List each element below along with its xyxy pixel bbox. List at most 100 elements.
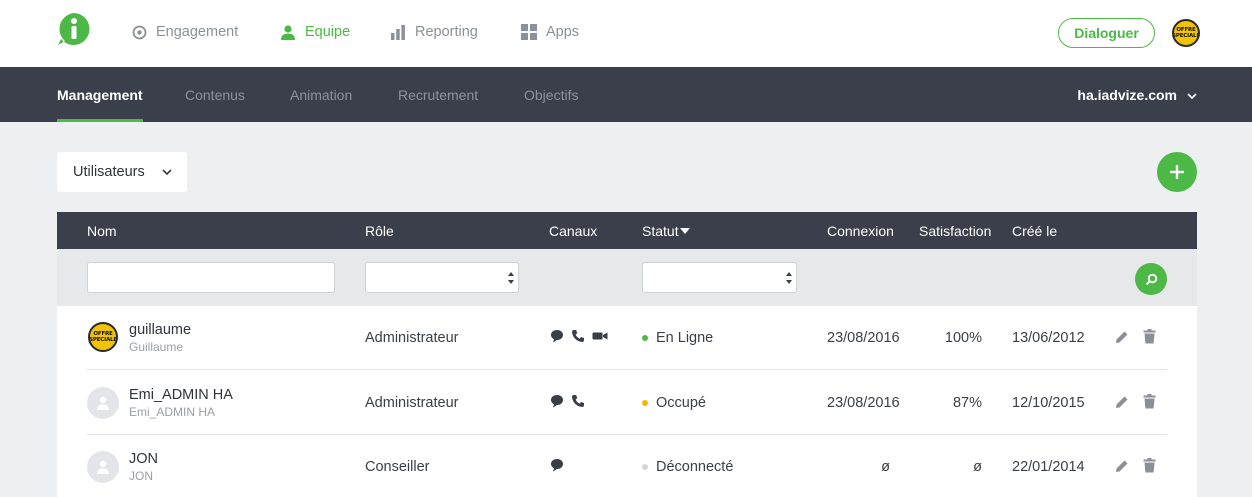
- user-name[interactable]: JON: [129, 451, 158, 467]
- badge-label: OFFRE SPECIALE: [1172, 27, 1200, 39]
- status-dot: [642, 335, 648, 342]
- satisfaction: ø: [973, 459, 982, 475]
- table-row[interactable]: JON JON Conseiller Déconnecté ø ø 22/01/…: [57, 435, 1197, 497]
- row-actions: [1115, 394, 1156, 409]
- select-arrows-icon: [508, 272, 514, 284]
- badge-label: OFFRE SPECIALE: [89, 331, 117, 343]
- delete-icon[interactable]: [1143, 329, 1156, 344]
- default-avatar: [87, 387, 119, 419]
- user-name[interactable]: Emi_ADMIN HA: [129, 387, 233, 403]
- table-header: Nom Rôle Canaux Statut Connexion Satisfa…: [57, 212, 1197, 249]
- header-role[interactable]: Rôle: [365, 212, 394, 249]
- channel-list: [550, 458, 564, 472]
- search-icon: [1145, 273, 1157, 285]
- filter-row: [57, 249, 1197, 306]
- created-date: 22/01/2014: [1012, 459, 1085, 475]
- topnav-reporting[interactable]: Reporting: [390, 20, 478, 44]
- status-dot: [642, 400, 648, 407]
- edit-icon[interactable]: [1115, 395, 1129, 409]
- person-icon: [97, 460, 109, 474]
- user-login: Guillaume: [129, 340, 184, 354]
- user-role: Conseiller: [365, 459, 430, 475]
- user-login: Emi_ADMIN HA: [129, 405, 216, 419]
- top-bar: Engagement Equipe Reporting Apps Dialogu…: [0, 0, 1252, 67]
- status-dot: [642, 464, 648, 471]
- user-avatar[interactable]: OFFRE SPECIALE: [1172, 19, 1200, 47]
- row-divider: [87, 369, 1167, 370]
- topnav-equipe[interactable]: Equipe: [280, 20, 350, 44]
- entity-select-label: Utilisateurs: [73, 164, 145, 180]
- iadvize-logo[interactable]: [57, 12, 91, 46]
- user-status: Déconnecté: [642, 459, 733, 475]
- header-status[interactable]: Statut: [642, 212, 690, 249]
- domain-label: ha.iadvize.com: [1077, 86, 1177, 103]
- edit-icon[interactable]: [1115, 330, 1129, 344]
- channel-list: [550, 329, 608, 343]
- video-icon: [592, 332, 608, 340]
- tab-objectifs[interactable]: Objectifs: [524, 67, 578, 122]
- user-role: Administrateur: [365, 395, 459, 411]
- header-name[interactable]: Nom: [87, 212, 117, 249]
- role-filter-select[interactable]: [365, 262, 519, 293]
- delete-icon[interactable]: [1143, 458, 1156, 473]
- target-icon: [132, 25, 147, 40]
- sub-navigation: Management Contenus Animation Recrutemen…: [0, 67, 1252, 122]
- entity-select[interactable]: Utilisateurs: [57, 152, 187, 192]
- header-login[interactable]: Connexion: [827, 212, 894, 249]
- last-login: 23/08/2016: [827, 395, 900, 411]
- status-label: Occupé: [656, 395, 706, 411]
- topnav-label: Engagement: [156, 24, 239, 40]
- topnav-label: Apps: [546, 24, 580, 40]
- bar-chart-icon: [390, 24, 406, 40]
- search-button[interactable]: [1135, 263, 1167, 295]
- dialoguer-button[interactable]: Dialoguer: [1058, 18, 1155, 48]
- table-body: OFFRE SPECIALE guillaume Guillaume Admin…: [57, 306, 1197, 497]
- plus-icon: [1170, 165, 1184, 179]
- tab-contenus[interactable]: Contenus: [185, 67, 245, 122]
- chat-icon: [551, 459, 563, 472]
- add-user-button[interactable]: [1157, 152, 1197, 192]
- header-channels[interactable]: Canaux: [549, 212, 597, 249]
- user-role: Administrateur: [365, 330, 459, 346]
- last-login: ø: [881, 459, 890, 475]
- created-date: 13/06/2012: [1012, 330, 1085, 346]
- select-arrows-icon: [786, 272, 792, 284]
- satisfaction: 87%: [952, 395, 982, 411]
- person-icon: [280, 24, 296, 40]
- row-actions: [1115, 458, 1156, 473]
- row-actions: [1115, 329, 1156, 344]
- user-status: Occupé: [642, 395, 706, 411]
- delete-icon[interactable]: [1143, 394, 1156, 409]
- domain-selector[interactable]: ha.iadvize.com: [1077, 67, 1197, 122]
- table-row[interactable]: Emi_ADMIN HA Emi_ADMIN HA Administrateur…: [57, 371, 1197, 435]
- sort-desc-icon: [679, 227, 690, 234]
- header-satisfaction[interactable]: Satisfaction: [919, 212, 991, 249]
- satisfaction: 100%: [944, 330, 982, 346]
- topnav-label: Equipe: [305, 24, 351, 40]
- default-avatar: [87, 451, 119, 483]
- phone-icon: [572, 330, 584, 342]
- person-icon: [97, 396, 109, 410]
- header-status-label: Statut: [642, 222, 679, 239]
- topnav-engagement[interactable]: Engagement: [132, 20, 238, 44]
- chevron-down-icon: [162, 169, 172, 176]
- grid-icon: [521, 24, 537, 40]
- user-name[interactable]: guillaume: [129, 322, 191, 338]
- name-filter-input[interactable]: [87, 262, 335, 293]
- last-login: 23/08/2016: [827, 330, 900, 346]
- tab-management[interactable]: Management: [57, 67, 143, 122]
- header-created[interactable]: Créé le: [1012, 212, 1057, 249]
- status-label: Déconnecté: [656, 459, 734, 475]
- chevron-down-icon: [1177, 87, 1197, 103]
- user-login: JON: [129, 469, 153, 483]
- topnav-apps[interactable]: Apps: [521, 20, 579, 44]
- table-row[interactable]: OFFRE SPECIALE guillaume Guillaume Admin…: [57, 306, 1197, 370]
- channel-list: [550, 394, 585, 408]
- chat-icon: [551, 330, 563, 343]
- chat-icon: [551, 395, 563, 408]
- status-filter-select[interactable]: [642, 262, 797, 293]
- tab-recrutement[interactable]: Recrutement: [398, 67, 478, 122]
- edit-icon[interactable]: [1115, 459, 1129, 473]
- tab-animation[interactable]: Animation: [290, 67, 352, 122]
- user-avatar: OFFRE SPECIALE: [88, 322, 118, 352]
